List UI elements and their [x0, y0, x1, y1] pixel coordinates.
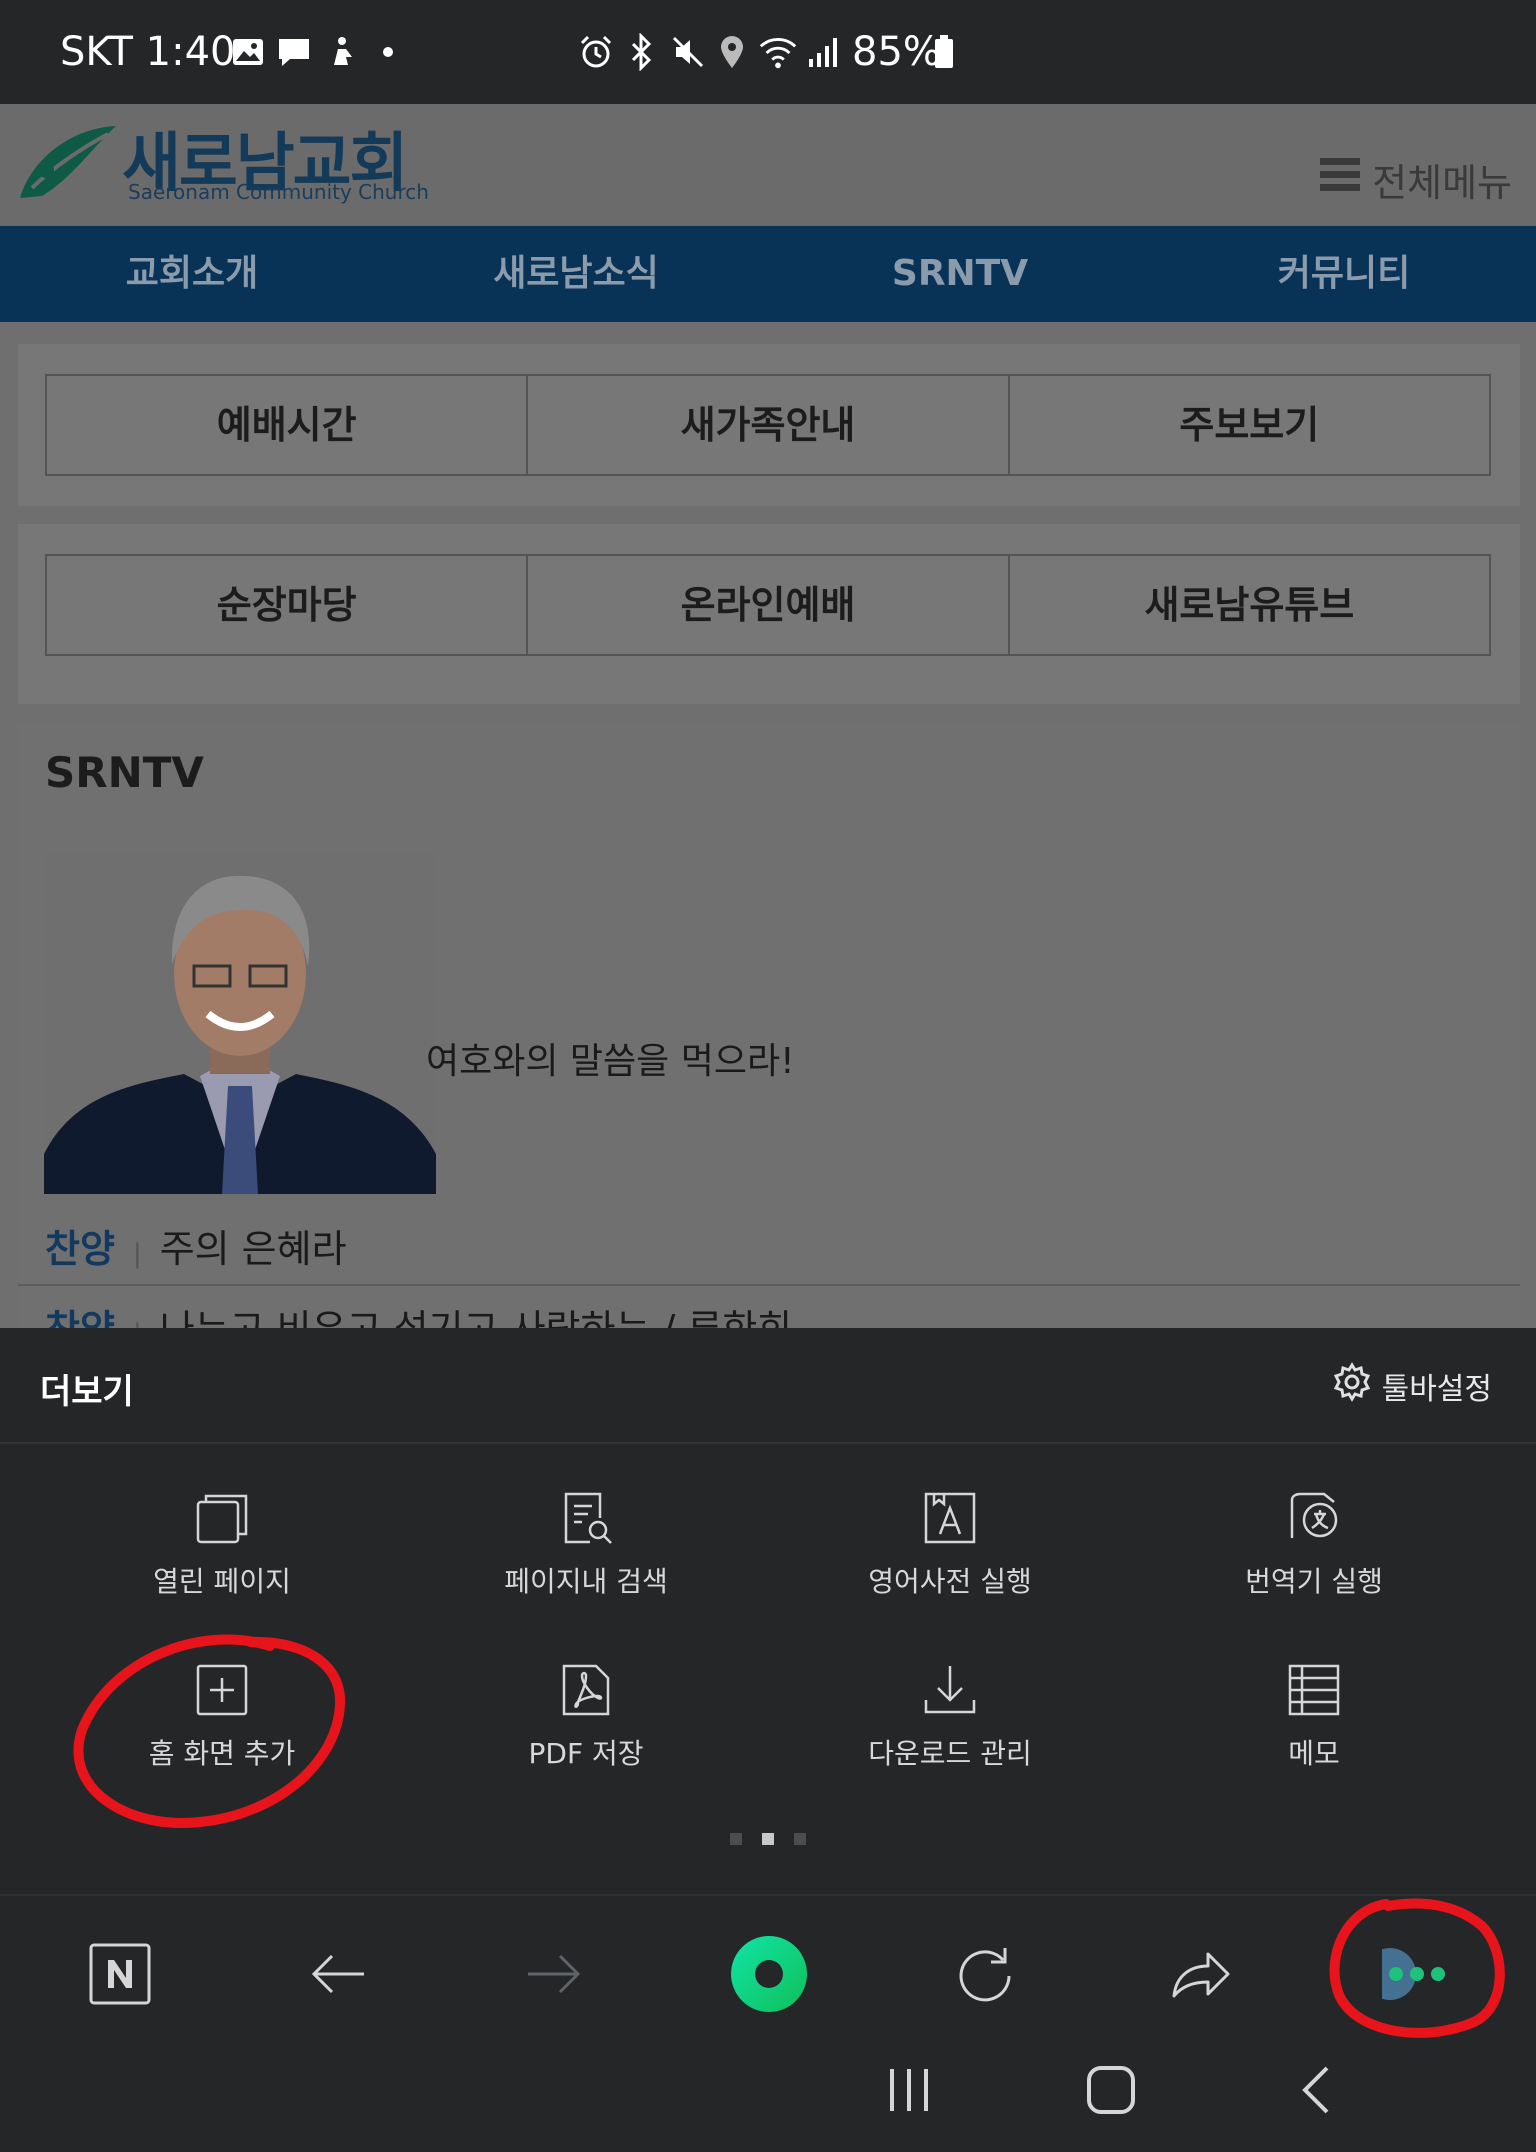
nav-item-srntv[interactable]: SRNTV	[768, 226, 1152, 322]
nav-item-church-intro[interactable]: 교회소개	[0, 226, 384, 322]
bluetooth-icon	[622, 30, 662, 74]
find-in-page-icon	[404, 1488, 768, 1548]
quick-links-row-1: 예배시간 새가족안내 주보보기	[45, 374, 1491, 476]
english-dictionary-button[interactable]: 영어사전 실행	[768, 1488, 1132, 1638]
worship-time-button[interactable]: 예배시간	[47, 376, 529, 474]
add-to-home-button[interactable]: 홈 화면 추가	[40, 1660, 404, 1810]
church-logo-icon[interactable]	[12, 118, 122, 214]
cell-leader-button[interactable]: 순장마당	[47, 556, 529, 654]
battery-icon	[924, 30, 964, 74]
share-icon	[1170, 1948, 1232, 2004]
online-worship-button[interactable]: 온라인예배	[528, 556, 1010, 654]
more-button[interactable]	[1364, 1936, 1462, 2016]
app-notification-icon	[322, 30, 362, 74]
full-menu-button[interactable]: 전체메뉴	[1320, 152, 1512, 207]
refresh-button[interactable]	[940, 1936, 1030, 2016]
more-menu-sheet: 더보기 툴바설정 열린 페이지 페이지내 검색 영어사전 실행 번역기 실행 홈…	[0, 1328, 1536, 1894]
forward-button[interactable]	[509, 1936, 599, 2016]
sheet-title: 더보기	[40, 1372, 134, 1412]
gear-icon	[1332, 1362, 1372, 1410]
system-back-button[interactable]	[1270, 2052, 1360, 2132]
pdf-save-label: PDF 저장	[528, 1737, 644, 1770]
hamburger-icon	[1320, 156, 1361, 203]
list-item-separator: |	[132, 1239, 142, 1269]
back-arrow-icon	[310, 1952, 366, 2000]
new-family-button[interactable]: 새가족안내	[528, 376, 1010, 474]
green-dot-icon	[729, 1934, 809, 2018]
toolbar-settings-button[interactable]: 툴바설정	[1332, 1358, 1492, 1414]
download-icon	[768, 1660, 1132, 1720]
list-divider	[18, 1284, 1520, 1286]
english-dictionary-label: 영어사전 실행	[868, 1565, 1032, 1598]
add-to-home-label: 홈 화면 추가	[148, 1737, 296, 1770]
share-button[interactable]	[1156, 1936, 1246, 2016]
main-nav: 교회소개 새로남소식 SRNTV 커뮤니티	[0, 226, 1536, 322]
nav-item-news[interactable]: 새로남소식	[384, 226, 768, 322]
full-menu-label: 전체메뉴	[1372, 161, 1512, 205]
translator-button[interactable]: 번역기 실행	[1132, 1488, 1496, 1638]
youtube-button[interactable]: 새로남유튜브	[1010, 556, 1489, 654]
status-bar: SKT 1:40 85%	[0, 0, 1536, 104]
refresh-icon	[955, 1944, 1015, 2008]
nav-item-community[interactable]: 커뮤니티	[1152, 226, 1536, 322]
toolbar-settings-label: 툴바설정	[1381, 1372, 1492, 1407]
srntv-title: SRNTV	[45, 748, 204, 797]
pdf-save-button[interactable]: PDF 저장	[404, 1660, 768, 1810]
download-manager-label: 다운로드 관리	[868, 1737, 1032, 1770]
home-button[interactable]	[1066, 2052, 1156, 2132]
back-button[interactable]	[293, 1936, 383, 2016]
dictionary-icon	[768, 1488, 1132, 1548]
download-manager-button[interactable]: 다운로드 관리	[768, 1660, 1132, 1810]
memo-button[interactable]: 메모	[1132, 1660, 1496, 1810]
find-in-page-label: 페이지내 검색	[504, 1565, 668, 1598]
memo-label: 메모	[1288, 1737, 1340, 1770]
mute-icon	[668, 30, 708, 74]
memo-icon	[1132, 1660, 1496, 1720]
forward-arrow-icon	[526, 1952, 582, 2000]
find-in-page-button[interactable]: 페이지내 검색	[404, 1488, 768, 1638]
home-icon	[1085, 2064, 1137, 2120]
more-notifications-icon	[368, 30, 408, 74]
message-notification-icon	[274, 30, 314, 74]
list-item-title: 주의 은혜라	[159, 1227, 347, 1271]
naver-home-icon	[88, 1942, 152, 2010]
recent-apps-icon	[884, 2065, 934, 2119]
browser-toolbar	[0, 1894, 1536, 2152]
pdf-icon	[404, 1660, 768, 1720]
green-dot-button[interactable]	[724, 1936, 814, 2016]
web-page-content: 새로남교회 Saeronam Community Church 전체메뉴 교회소…	[0, 104, 1536, 1351]
list-item-category: 찬양	[45, 1227, 115, 1271]
signal-icon	[804, 30, 844, 74]
add-to-home-icon	[40, 1660, 404, 1720]
recent-apps-button[interactable]	[864, 2052, 954, 2132]
page-indicator	[0, 1830, 1536, 1849]
sermon-title[interactable]: 여호와의 말씀을 먹으라!	[426, 1032, 795, 1084]
chevron-left-icon	[1297, 2064, 1333, 2120]
logo-subtitle: Saeronam Community Church	[128, 180, 429, 204]
tabs-icon	[40, 1488, 404, 1548]
list-item[interactable]: 찬양 | 주의 은혜라	[45, 1214, 347, 1284]
sheet-divider	[0, 1442, 1536, 1444]
wifi-icon	[758, 30, 798, 74]
srntv-section: SRNTV 여호와의 말씀을 먹으라! 찬양|주의 은혜라 찬양|나누고 비우고…	[18, 724, 1520, 1351]
bulletin-button[interactable]: 주보보기	[1010, 376, 1489, 474]
page-dot-active[interactable]	[762, 1833, 774, 1845]
page-dot[interactable]	[730, 1833, 742, 1845]
gallery-notification-icon	[228, 30, 268, 74]
open-pages-button[interactable]: 열린 페이지	[40, 1488, 404, 1638]
open-pages-label: 열린 페이지	[153, 1565, 291, 1598]
quick-links-panel-1: 예배시간 새가족안내 주보보기	[18, 344, 1520, 506]
naver-home-button[interactable]	[75, 1936, 165, 2016]
site-header: 새로남교회 Saeronam Community Church 전체메뉴	[0, 104, 1536, 226]
pastor-photo[interactable]	[44, 854, 436, 1194]
location-icon	[712, 30, 752, 74]
quick-links-row-2: 순장마당 온라인예배 새로남유튜브	[45, 554, 1491, 656]
page-dot[interactable]	[794, 1833, 806, 1845]
translator-label: 번역기 실행	[1245, 1565, 1383, 1598]
carrier-time: SKT 1:40	[60, 29, 236, 75]
quick-links-panel-2: 순장마당 온라인예배 새로남유튜브	[18, 524, 1520, 704]
more-icon	[1364, 1944, 1452, 2008]
alarm-icon	[576, 30, 616, 74]
translator-icon	[1132, 1488, 1496, 1548]
